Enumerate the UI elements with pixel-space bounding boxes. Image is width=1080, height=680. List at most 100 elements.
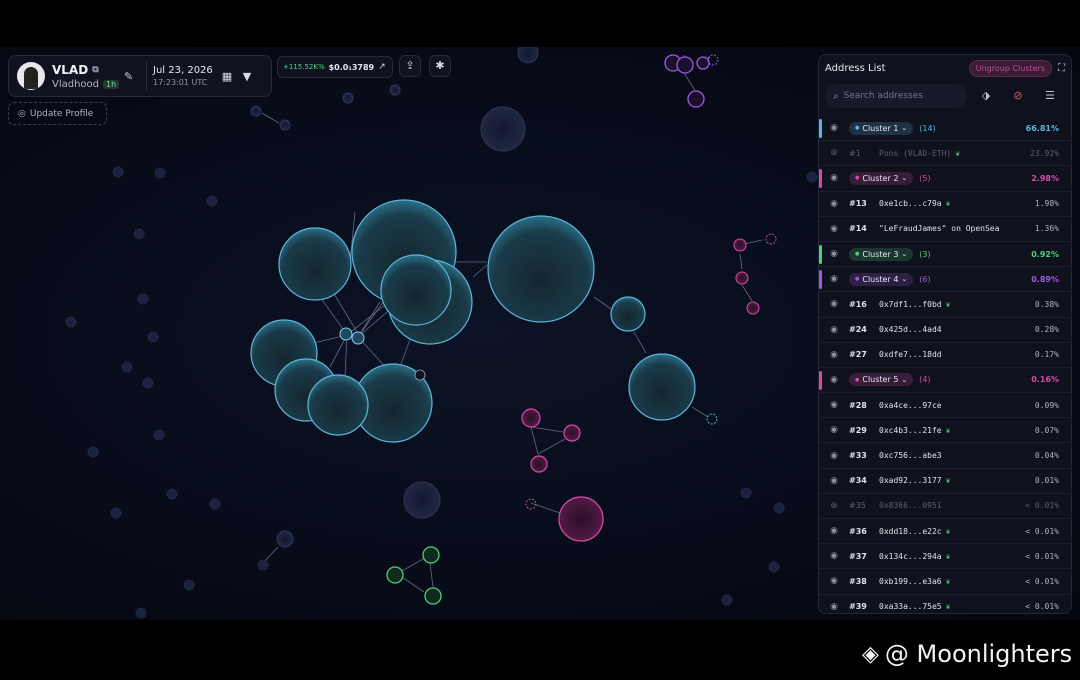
profile-panel: VLAD ⧉ Vladhood 1h ✎ Jul 23, 2026 17:23:01… — [8, 55, 272, 97]
chevron-down-icon: ⌄ — [901, 375, 908, 384]
search-input[interactable]: ⌕ Search addresses — [825, 84, 967, 108]
divider — [146, 62, 147, 90]
address-label[interactable]: 0x8366...0951 — [879, 501, 942, 510]
address-label[interactable]: 0x425d...4ad4 — [879, 325, 942, 334]
sprout-icon: ❦ — [945, 526, 951, 536]
date-display: Jul 23, 2026 17:23:01 UTC — [153, 65, 217, 87]
chevron-down-icon: ⌄ — [901, 250, 908, 259]
calendar-icon[interactable]: ▦ — [217, 70, 237, 83]
address-row[interactable]: ◉ #33 0xc756...abe3 0.04% — [819, 443, 1071, 469]
address-label[interactable]: 0xad92...3177 — [879, 476, 942, 485]
eye-icon[interactable]: ◉ — [819, 425, 849, 435]
address-row[interactable]: ◉ #29 0xc4b3...21fe ❦ 0.07% — [819, 418, 1071, 444]
share-button[interactable]: ⇪ — [399, 55, 421, 77]
cluster-pill[interactable]: ● Cluster 5 ⌄ — [849, 373, 914, 387]
avatar[interactable] — [17, 62, 45, 90]
eye-icon[interactable]: ◉ — [819, 249, 849, 259]
eye-icon[interactable]: ◉ — [819, 325, 849, 335]
cluster-count: (6) — [919, 274, 931, 284]
address-row[interactable]: ◉ #28 0xa4ce...97ce 0.09% — [819, 393, 1071, 419]
address-row[interactable]: ◉ #27 0xdfe7...18dd 0.17% — [819, 343, 1071, 368]
address-row[interactable]: ◉ #24 0x425d...4ad4 0.28% — [819, 318, 1071, 343]
address-row[interactable]: ◉ #37 0x134c...294a ❦ < 0.01% — [819, 544, 1071, 570]
address-row[interactable]: ◉ #39 0xa33a...75e5 ❦ < 0.01% — [819, 595, 1071, 613]
address-row[interactable]: ◉ #36 0xdd18...e22c ❦ < 0.01% — [819, 519, 1071, 545]
eye-icon[interactable]: ◉ — [819, 173, 849, 183]
address-rank: #14 — [849, 224, 867, 234]
hide-contracts-icon[interactable]: ⊘ — [1005, 85, 1031, 107]
eye-icon[interactable]: ◉ — [819, 274, 849, 284]
cluster-pill[interactable]: ● Cluster 4 ⌄ — [849, 272, 914, 286]
address-label[interactable]: 0xe1cb...c79a — [879, 199, 942, 208]
cluster-pill[interactable]: ● Cluster 1 ⌄ — [849, 121, 914, 135]
ungroup-clusters-button[interactable]: Ungroup Clusters — [968, 59, 1052, 77]
tools-button[interactable]: ✱ — [429, 55, 451, 77]
eye-icon[interactable]: ◉ — [819, 602, 849, 612]
address-label[interactable]: Pons (VLAD-ETH) — [879, 149, 951, 158]
watermark-text: @ Moonlighters — [884, 640, 1073, 668]
eye-icon[interactable]: ◉ — [819, 451, 849, 461]
cluster-row[interactable]: ◉ ● Cluster 4 ⌄ (6) 0.89% — [819, 267, 1071, 293]
tag-icon[interactable]: ⬗ — [973, 85, 999, 107]
eye-icon[interactable]: ◉ — [819, 224, 849, 234]
address-row[interactable]: ◉ #38 0xb199...e3a6 ❦ < 0.01% — [819, 569, 1071, 595]
address-rank: #29 — [849, 425, 867, 435]
address-row[interactable]: ◉ #34 0xad92...3177 ❦ 0.01% — [819, 469, 1071, 494]
pencil-icon[interactable]: ✎ — [124, 70, 140, 83]
eye-icon[interactable]: ◉ — [819, 526, 849, 536]
cluster-dot-icon: ● — [855, 175, 860, 182]
eye-icon[interactable]: ◉ — [819, 199, 849, 209]
sprout-icon: ❦ — [945, 476, 951, 486]
eye-icon[interactable]: ◉ — [819, 576, 849, 586]
eye-icon[interactable]: ◉ — [819, 350, 849, 360]
address-row[interactable]: ⊗ #35 0x8366...0951 < 0.01% — [819, 494, 1071, 519]
binance-logo-icon: ◈ — [862, 641, 879, 667]
cluster-color-stripe — [819, 244, 822, 264]
address-label[interactable]: 0xdfe7...18dd — [879, 350, 942, 359]
cluster-dot-icon: ● — [855, 276, 860, 283]
eye-icon[interactable]: ◉ — [819, 476, 849, 486]
update-profile-label: Update Profile — [29, 108, 94, 119]
address-rank: #37 — [849, 551, 867, 561]
address-label[interactable]: 0xdd18...e22c — [879, 527, 942, 536]
cluster-row[interactable]: ◉ ● Cluster 3 ⌄ (3) 0.92% — [819, 242, 1071, 268]
chevron-down-icon: ⌄ — [901, 174, 908, 183]
chevron-down-icon: ⌄ — [901, 124, 908, 133]
address-label[interactable]: 0x134c...294a — [879, 552, 942, 561]
address-percent: 0.17% — [1034, 350, 1059, 360]
eye-icon[interactable]: ◉ — [819, 400, 849, 410]
address-label[interactable]: "LeFraudJames" on OpenSea — [879, 224, 999, 233]
cluster-row[interactable]: ◉ ● Cluster 5 ⌄ (4) 0.16% — [819, 368, 1071, 394]
address-label[interactable]: 0xc4b3...21fe — [879, 426, 942, 435]
eye-off-icon[interactable]: ⊗ — [819, 148, 849, 158]
address-label[interactable]: 0xa33a...75e5 — [879, 602, 942, 611]
cluster-row[interactable]: ◉ ● Cluster 2 ⌄ (5) 2.98% — [819, 166, 1071, 192]
expand-icon[interactable]: ⛶ — [1058, 63, 1065, 74]
address-label[interactable]: 0x7df1...f0bd — [879, 300, 942, 309]
cluster-pill[interactable]: ● Cluster 3 ⌄ — [849, 247, 914, 261]
eye-icon[interactable]: ◉ — [819, 123, 849, 133]
cluster-percent: 0.16% — [1031, 375, 1059, 385]
address-row[interactable]: ◉ #16 0x7df1...f0bd ❦ 0.38% — [819, 292, 1071, 318]
address-row[interactable]: ◉ #13 0xe1cb...c79a ❦ 1.98% — [819, 192, 1071, 217]
settings-sliders-icon[interactable]: ☰ — [1037, 85, 1063, 107]
cluster-purple-bubbles — [664, 54, 719, 108]
eye-icon[interactable]: ◉ — [819, 551, 849, 561]
address-label[interactable]: 0xb199...e3a6 — [879, 577, 942, 586]
address-row[interactable]: ⊗ #1 Pons (VLAD-ETH) ❦ 23.92% — [819, 141, 1071, 167]
eye-icon[interactable]: ◉ — [819, 375, 849, 385]
cluster-label: Cluster 1 — [862, 123, 899, 133]
address-row[interactable]: ◉ #14 "LeFraudJames" on OpenSea 1.36% — [819, 217, 1071, 242]
eye-icon[interactable]: ◉ — [819, 299, 849, 309]
filter-icon[interactable]: ▼ — [237, 70, 257, 83]
update-profile-button[interactable]: ◎ Update Profile — [8, 102, 107, 125]
cluster-label: Cluster 2 — [862, 173, 899, 183]
address-label[interactable]: 0xc756...abe3 — [879, 451, 942, 460]
search-icon: ⌕ — [833, 90, 839, 102]
eye-off-icon[interactable]: ⊗ — [819, 501, 849, 511]
copy-icon[interactable]: ⧉ — [92, 65, 98, 75]
cluster-pill[interactable]: ● Cluster 2 ⌄ — [849, 171, 914, 185]
share-icon: ⇪ — [405, 59, 415, 72]
address-label[interactable]: 0xa4ce...97ce — [879, 401, 942, 410]
cluster-row[interactable]: ◉ ● Cluster 1 ⌄ (14) 66.81% — [819, 116, 1071, 142]
